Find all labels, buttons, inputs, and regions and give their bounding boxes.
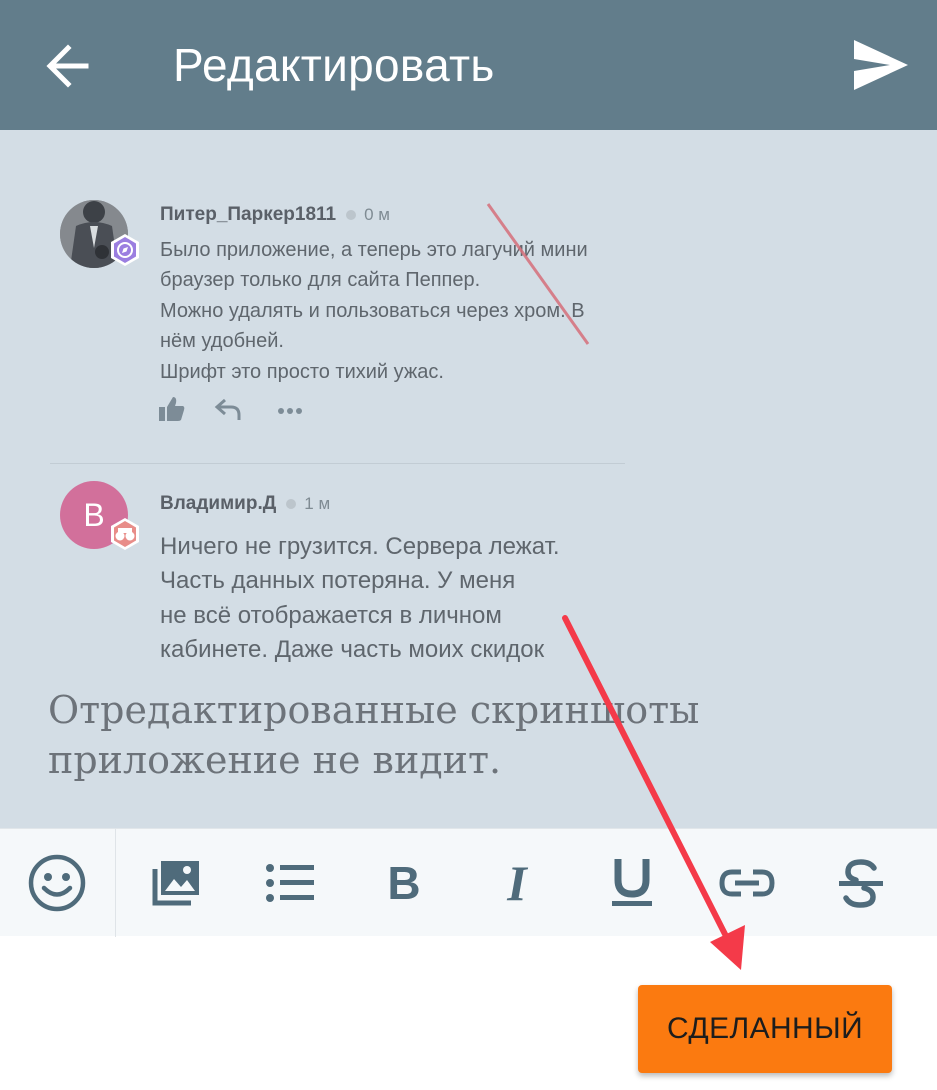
comment-meta: Владимир.Д 1 м: [160, 493, 330, 515]
send-icon: [854, 40, 908, 90]
strikethrough-button[interactable]: [831, 855, 891, 911]
comment-line: не всё отображается в личном: [160, 601, 502, 629]
page-title: Редактировать: [173, 39, 495, 91]
comment-author: Владимир.Д: [160, 493, 277, 514]
link-icon: [719, 869, 775, 897]
back-button[interactable]: [40, 38, 96, 94]
like-icon: [159, 397, 185, 421]
editor-text[interactable]: Отредактированные скриншоты приложение н…: [48, 685, 908, 785]
comment-line: кабинете. Даже часть моих скидок: [160, 636, 545, 664]
comment-line: Ничего не грузится. Сервера лежат.: [160, 533, 560, 560]
binoculars-badge-icon: [111, 518, 139, 550]
underline-button[interactable]: [602, 855, 662, 911]
send-button[interactable]: [850, 36, 912, 94]
bold-button[interactable]: B: [374, 855, 434, 911]
comment-item: В Владимир.Д 1 м Ничего не грузится. Серв…: [0, 465, 640, 675]
image-icon: [152, 861, 199, 906]
bulleted-list-button[interactable]: [260, 855, 320, 911]
image-button[interactable]: [145, 855, 205, 911]
comment-time: 1 м: [304, 494, 331, 513]
app-bar: Редактировать: [0, 0, 937, 130]
link-button[interactable]: [717, 855, 777, 911]
comment-line: Шрифт это просто тихий ужас.: [160, 360, 444, 383]
compass-badge-icon: [111, 234, 139, 266]
underline-icon: [612, 859, 652, 906]
attached-screenshot: Питер_Паркер1811 0 м Было приложение, а т…: [0, 130, 640, 675]
separator-dot: [286, 499, 297, 509]
comment-line: Часть данных потеряна. У меня: [160, 567, 516, 595]
comment-text: Ничего не грузится. Сервера лежат. Часть…: [160, 530, 590, 702]
comment-actions: [158, 395, 318, 425]
done-button[interactable]: СДЕЛАННЫЙ: [638, 985, 892, 1073]
emoji-button[interactable]: [27, 854, 87, 912]
comment-line: нём удобней.: [160, 330, 284, 353]
more-icon: [278, 408, 302, 414]
comment-line: Можно удалять и пользоваться через хром.…: [160, 299, 585, 322]
strikethrough-icon: [839, 859, 883, 908]
toolbar-divider: [115, 829, 116, 937]
reply-icon: [214, 398, 241, 420]
comment-divider: [50, 463, 625, 464]
arrow-left-icon: [46, 44, 89, 88]
bold-icon: B: [387, 857, 421, 909]
comment-line: Было приложение, а теперь это лагучий ми…: [160, 239, 588, 261]
editor-area[interactable]: Питер_Паркер1811 0 м Было приложение, а т…: [0, 130, 937, 828]
bulleted-list-icon: [266, 864, 314, 902]
comment-meta: Питер_Паркер1811 0 м: [160, 204, 390, 226]
comment-item: Питер_Паркер1811 0 м Было приложение, а т…: [0, 190, 640, 460]
comment-line: браузер только для сайта Пеппер.: [160, 269, 481, 292]
italic-button[interactable]: I: [487, 855, 547, 911]
comment-time: 0 м: [364, 205, 390, 224]
formatting-toolbar: B I: [0, 828, 937, 937]
comment-text: Было приложение, а теперь это лагучий ми…: [160, 235, 626, 387]
separator-dot: [346, 210, 357, 220]
comment-author: Питер_Паркер1811: [160, 204, 337, 225]
italic-icon: I: [507, 855, 527, 911]
emoji-icon: [28, 854, 86, 912]
